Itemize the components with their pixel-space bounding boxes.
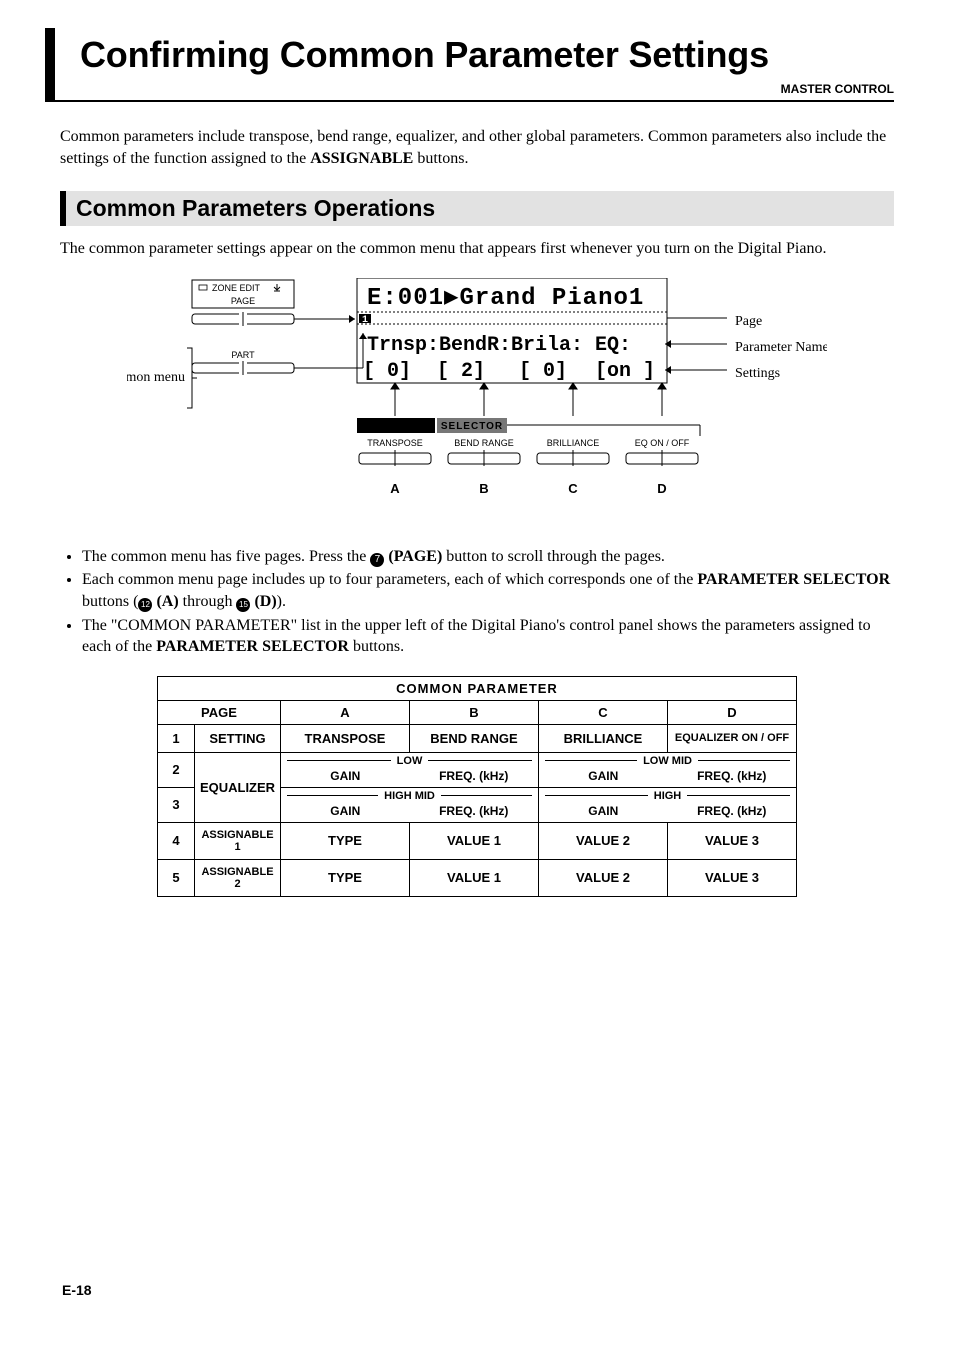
- master-control-label: MASTER CONTROL: [60, 82, 894, 100]
- b2-bold1: PARAMETER SELECTOR: [697, 571, 890, 588]
- page-number: E-18: [62, 1282, 92, 1298]
- intro-text-pre: Common parameters include transpose, ben…: [60, 128, 886, 167]
- r2-low-gain: GAIN: [281, 769, 410, 783]
- selector-word: SELECTOR: [441, 421, 503, 432]
- c-label: C: [568, 481, 578, 496]
- table-title: COMMON PARAMETER: [158, 676, 797, 700]
- b3-bold: PARAMETER SELECTOR: [156, 638, 349, 655]
- r5-type: TYPE: [281, 859, 410, 896]
- eq-page: EQUALIZER: [195, 752, 281, 822]
- settings-callout: Settings: [735, 366, 780, 381]
- r1-c: BRILLIANCE: [539, 724, 668, 752]
- b2-d: (D): [250, 593, 276, 610]
- r3-highmid-freq: FREQ. (kHz): [410, 804, 539, 818]
- intro-bold: ASSIGNABLE: [310, 150, 413, 167]
- btn7-icon: 7: [370, 553, 384, 567]
- r2-lowmid-freq: FREQ. (kHz): [668, 769, 797, 783]
- eq-btn-label: EQ ON / OFF: [635, 438, 690, 448]
- bullet-3: The "COMMON PARAMETER" list in the upper…: [82, 615, 894, 658]
- intro-text-post: buttons.: [413, 150, 468, 167]
- para-1: The common parameter settings appear on …: [60, 238, 894, 260]
- brilliance-btn-label: BRILLIANCE: [547, 438, 600, 448]
- col-a: A: [281, 700, 410, 724]
- r2-low-freq: FREQ. (kHz): [410, 769, 539, 783]
- r4-type: TYPE: [281, 822, 410, 859]
- lcd-v2: [ 2]: [437, 360, 485, 383]
- col-b: B: [410, 700, 539, 724]
- lcd-v4: [on ]: [595, 360, 655, 383]
- r3-highmid-gain: GAIN: [281, 804, 410, 818]
- b2-a: (A): [152, 593, 178, 610]
- b2-end: ).: [277, 593, 286, 610]
- r4-v3: VALUE 3: [668, 822, 797, 859]
- r1-page: SETTING: [195, 724, 281, 752]
- r4-v1: VALUE 1: [410, 822, 539, 859]
- r5-v2: VALUE 2: [539, 859, 668, 896]
- table-row: 4 ASSIGNABLE 1 TYPE VALUE 1 VALUE 2 VALU…: [158, 822, 797, 859]
- intro-paragraph: Common parameters include transpose, ben…: [60, 126, 894, 169]
- zone-edit-label: ZONE EDIT: [212, 283, 261, 293]
- b2-pre: Each common menu page includes up to fou…: [82, 571, 697, 588]
- page-btn-label: PAGE: [231, 296, 255, 306]
- a-label: A: [390, 481, 400, 496]
- table-row: 5 ASSIGNABLE 2 TYPE VALUE 1 VALUE 2 VALU…: [158, 859, 797, 896]
- r1-a: TRANSPOSE: [281, 724, 410, 752]
- b1-post: button to scroll through the pages.: [442, 548, 665, 565]
- b1-pre: The common menu has five pages. Press th…: [82, 548, 370, 565]
- bullet-2: Each common menu page includes up to fou…: [82, 569, 894, 612]
- r3-high-freq: FREQ. (kHz): [668, 804, 797, 818]
- btn12-icon: 12: [138, 598, 152, 612]
- paramname-callout: Parameter Name: [735, 340, 827, 355]
- btn15-icon: 15: [236, 598, 250, 612]
- page-callout: Page: [735, 314, 762, 329]
- d-label: D: [657, 481, 666, 496]
- bullet-list: The common menu has five pages. Press th…: [60, 546, 894, 658]
- table-row: 1 SETTING TRANSPOSE BEND RANGE BRILLIANC…: [158, 724, 797, 752]
- r1-d: EQUALIZER ON / OFF: [668, 724, 797, 752]
- lcd-param-line: Trnsp:BendR:Brila: EQ:: [367, 334, 631, 357]
- table-row: 2 EQUALIZER LOW GAIN FREQ. (kHz) LOW MID…: [158, 752, 797, 787]
- bullet-1: The common menu has five pages. Press th…: [82, 546, 894, 568]
- r2-low: LOW: [391, 755, 429, 767]
- r3-high-gain: GAIN: [539, 804, 668, 818]
- r4-page: ASSIGNABLE 1: [195, 822, 281, 859]
- svg-text:1: 1: [362, 315, 368, 326]
- b3-post: buttons.: [349, 638, 404, 655]
- r2-lowmid: LOW MID: [637, 755, 698, 767]
- r1-b: BEND RANGE: [410, 724, 539, 752]
- lcd-diagram: ZONE EDIT PAGE PART Common menu: [127, 278, 827, 518]
- page-title: Confirming Common Parameter Settings: [60, 28, 894, 80]
- part-btn-label: PART: [231, 350, 255, 360]
- section-heading: Common Parameters Operations: [60, 191, 894, 226]
- lcd-v3: [ 0]: [519, 360, 567, 383]
- col-d: D: [668, 700, 797, 724]
- b1-page: (PAGE): [388, 548, 442, 565]
- lcd-top-line: E:001▶Grand Piano1: [367, 285, 644, 312]
- lcd-v1: [ 0]: [363, 360, 411, 383]
- common-parameter-table: COMMON PARAMETER PAGE A B C D 1 SETTING …: [157, 676, 797, 897]
- b-label: B: [479, 481, 488, 496]
- col-c: C: [539, 700, 668, 724]
- title-block: Confirming Common Parameter Settings MAS…: [45, 28, 894, 102]
- transpose-btn-label: TRANSPOSE: [367, 438, 423, 448]
- r5-v3: VALUE 3: [668, 859, 797, 896]
- b2-mid: buttons (: [82, 593, 138, 610]
- bendrange-btn-label: BEND RANGE: [454, 438, 514, 448]
- r3-high: HIGH: [648, 790, 688, 802]
- param-word: PARAMETER: [365, 421, 428, 432]
- b2-thru: through: [179, 593, 237, 610]
- r5-page: ASSIGNABLE 2: [195, 859, 281, 896]
- common-menu-label: Common menu: [127, 370, 185, 385]
- r3-highmid: HIGH MID: [378, 790, 441, 802]
- col-page: PAGE: [158, 700, 281, 724]
- r5-v1: VALUE 1: [410, 859, 539, 896]
- r4-v2: VALUE 2: [539, 822, 668, 859]
- r2-lowmid-gain: GAIN: [539, 769, 668, 783]
